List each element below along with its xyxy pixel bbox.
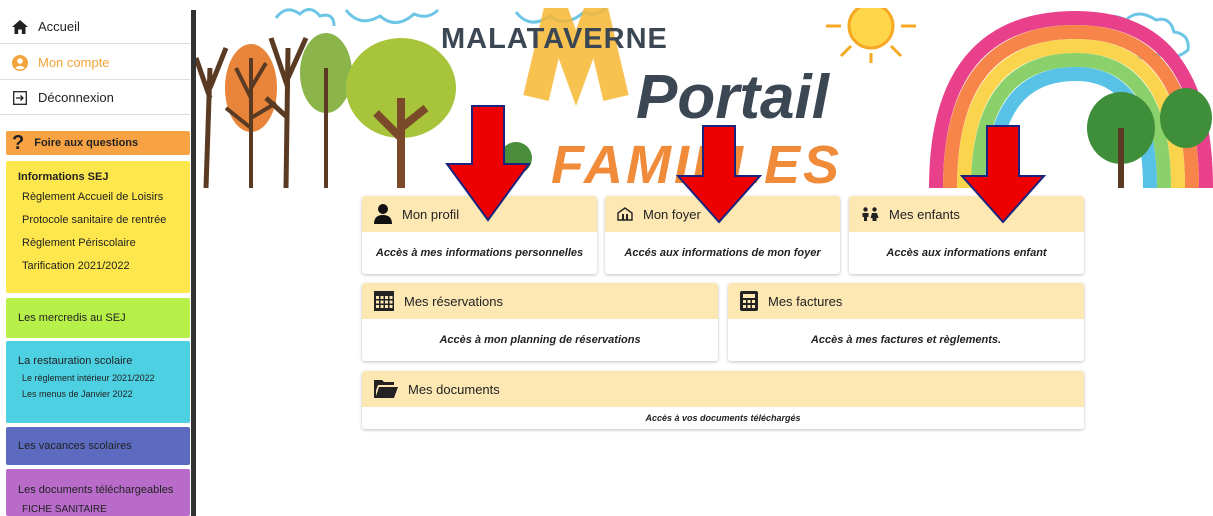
card-reservations-title: Mes réservations <box>404 293 503 309</box>
restauration-panel: La restauration scolaire Le règlement in… <box>6 341 190 423</box>
vacances-label: Les vacances scolaires <box>18 440 132 452</box>
sej-link[interactable]: Règlement Périscolaire <box>22 237 178 249</box>
restauration-link[interactable]: Le règlement intérieur 2021/2022 <box>22 373 178 383</box>
nav-account[interactable]: Mon compte <box>0 46 190 80</box>
card-documents[interactable]: Mes documents Accès à vos documents télé… <box>362 371 1084 429</box>
account-circle-icon <box>12 54 28 71</box>
card-reservations[interactable]: Mes réservations Accès à mon planning de… <box>362 283 718 361</box>
sej-link[interactable]: Règlement Accueil de Loisirs <box>22 191 178 203</box>
vacances-link[interactable]: Les vacances scolaires <box>6 427 190 465</box>
nav-home[interactable]: Accueil <box>0 10 190 44</box>
documents-telechargeables-title[interactable]: Les documents téléchargeables <box>18 484 178 496</box>
card-factures-desc: Accès à mes factures et règlements. <box>810 334 1002 346</box>
card-factures-title: Mes factures <box>768 293 843 309</box>
children-icon <box>861 207 879 221</box>
logout-icon <box>12 90 28 106</box>
card-reservations-header: Mes réservations <box>362 283 718 319</box>
card-documents-desc: Accès à vos documents téléchargés <box>645 413 801 423</box>
calculator-icon <box>740 291 758 311</box>
calendar-icon <box>374 291 394 311</box>
sej-link[interactable]: Tarification 2021/2022 <box>22 260 178 272</box>
card-factures[interactable]: Mes factures Accès à mes factures et règ… <box>728 283 1084 361</box>
banner-portail: Portail <box>636 63 831 132</box>
arrow-down-icon <box>960 125 1046 224</box>
mercredis-link[interactable]: Les mercredis au SEJ <box>6 298 190 338</box>
arrow-down-icon <box>445 105 531 222</box>
card-profil-desc: Accès à mes informations personnelles <box>375 247 584 259</box>
card-enfants-desc: Accès aux informations enfant <box>886 247 1047 259</box>
card-reservations-desc: Accès à mon planning de réservations <box>439 334 641 346</box>
card-documents-header: Mes documents <box>362 371 1084 407</box>
faq-label: Foire aux questions <box>34 137 139 149</box>
user-icon <box>374 204 392 224</box>
card-enfants-title: Mes enfants <box>889 206 960 222</box>
card-factures-header: Mes factures <box>728 283 1084 319</box>
home-icon <box>12 19 28 35</box>
banner-town: MALATAVERNE <box>441 23 668 55</box>
sej-link[interactable]: Protocole sanitaire de rentrée <box>22 214 178 226</box>
nav-home-label: Accueil <box>38 19 80 34</box>
nav-logout[interactable]: Déconnexion <box>0 81 190 115</box>
mercredis-label: Les mercredis au SEJ <box>18 312 126 324</box>
documents-telechargeables-link[interactable]: FICHE SANITAIRE <box>22 504 178 515</box>
card-foyer-desc: Accés aux informations de mon foyer <box>624 247 821 259</box>
card-documents-title: Mes documents <box>408 381 500 397</box>
house-icon <box>617 207 633 221</box>
sej-title[interactable]: Informations SEJ <box>18 171 178 183</box>
documents-telechargeables-panel: Les documents téléchargeables FICHE SANI… <box>6 469 190 516</box>
nav-logout-label: Déconnexion <box>38 90 114 105</box>
faq-link[interactable]: ? Foire aux questions <box>6 131 190 155</box>
nav-account-label: Mon compte <box>38 55 110 70</box>
restauration-link[interactable]: Les menus de Janvier 2022 <box>22 389 178 399</box>
folder-icon <box>374 380 398 398</box>
sidebar: Accueil Mon compte Déconnexion ? Foire a… <box>0 0 190 516</box>
sej-info-panel: Informations SEJ Règlement Accueil de Lo… <box>6 161 190 293</box>
restauration-title[interactable]: La restauration scolaire <box>18 355 178 367</box>
question-mark-icon: ? <box>12 132 25 154</box>
arrow-down-icon <box>676 125 762 224</box>
